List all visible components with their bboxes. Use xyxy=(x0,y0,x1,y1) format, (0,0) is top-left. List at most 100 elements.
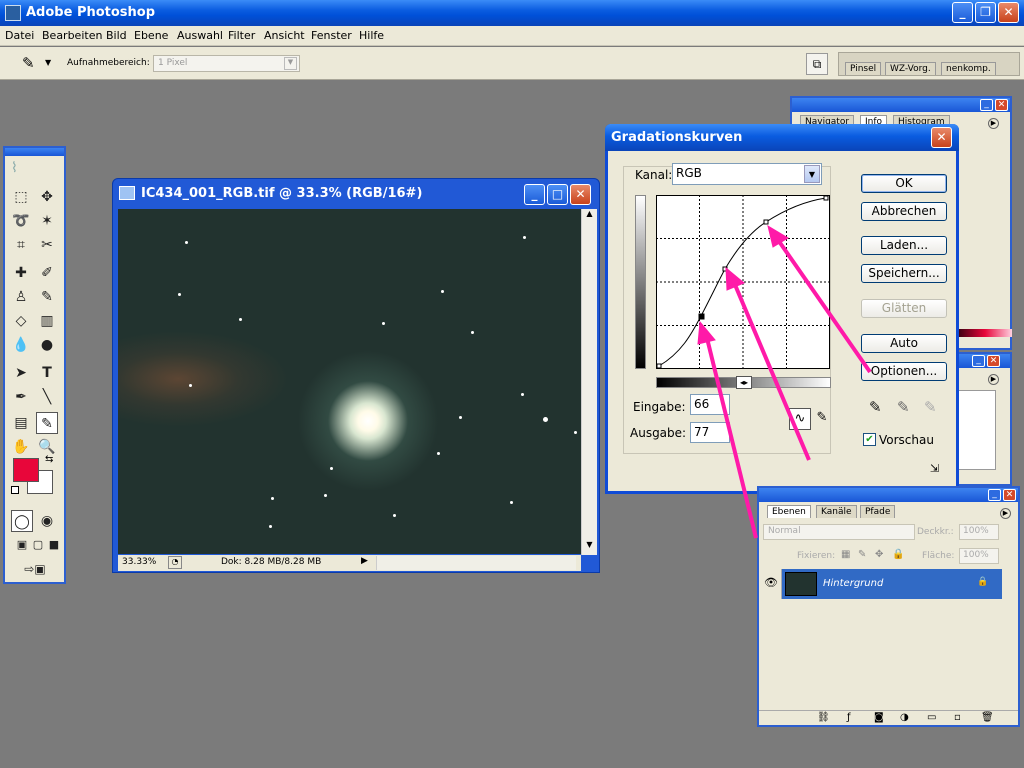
load-button[interactable]: Laden... xyxy=(861,236,947,255)
new-group-icon[interactable]: ▭ xyxy=(927,712,936,723)
dodge-tool-icon[interactable]: ● xyxy=(36,334,58,356)
type-tool-icon[interactable]: T xyxy=(36,362,58,384)
fill-field[interactable]: 100% xyxy=(959,548,999,564)
jump-to-imageready-icon[interactable]: ⇨▣ xyxy=(11,558,59,580)
document-vertical-scrollbar[interactable]: ▲ ▼ xyxy=(581,209,597,555)
preview-checkbox[interactable]: ✔ xyxy=(863,433,876,446)
clone-stamp-tool-icon[interactable]: ♙ xyxy=(10,286,32,308)
lock-all-icon[interactable]: 🔒 xyxy=(892,549,904,560)
magic-wand-tool-icon[interactable]: ✶ xyxy=(36,210,58,232)
eye-visibility-icon[interactable]: 👁 xyxy=(761,569,782,599)
trash-icon[interactable]: 🗑 xyxy=(981,712,994,723)
gradient-tool-icon[interactable]: ▥ xyxy=(36,310,58,332)
status-menu-icon[interactable]: ◔ xyxy=(168,556,182,569)
options-button[interactable]: Optionen... xyxy=(861,362,947,381)
default-colors-icon[interactable] xyxy=(11,486,19,494)
pen-tool-icon[interactable]: ✒ xyxy=(10,386,32,408)
panel-menu-icon[interactable]: ▶ xyxy=(988,118,999,129)
opacity-field[interactable]: 100% xyxy=(959,524,999,540)
menu-help[interactable]: Hilfe xyxy=(359,29,384,42)
scroll-up-icon[interactable]: ▲ xyxy=(582,209,597,224)
zoom-level[interactable]: 33.33% xyxy=(122,557,156,567)
lasso-tool-icon[interactable]: ➰ xyxy=(10,210,32,232)
panel-menu-icon[interactable]: ▶ xyxy=(1000,508,1011,519)
brush-tool-icon[interactable]: ✐ xyxy=(36,262,58,284)
menu-select[interactable]: Auswahl xyxy=(177,29,223,42)
menu-edit[interactable]: Bearbeiten xyxy=(42,29,102,42)
blend-mode-select[interactable]: Normal xyxy=(763,524,915,540)
tab-layer-comps[interactable]: nenkomp. xyxy=(941,62,996,75)
panel-minimize-button[interactable]: _ xyxy=(988,489,1001,501)
lock-position-icon[interactable]: ✥ xyxy=(875,549,883,560)
notes-tool-icon[interactable]: ▤ xyxy=(10,412,32,434)
close-button[interactable]: ✕ xyxy=(998,2,1019,23)
sample-size-select[interactable]: 1 Pixel ▼ xyxy=(153,55,300,72)
line-tool-icon[interactable]: ╲ xyxy=(36,386,58,408)
panel-close-button[interactable]: ✕ xyxy=(995,99,1008,111)
move-tool-icon[interactable]: ✥ xyxy=(36,186,58,208)
link-layers-icon[interactable]: ⛓ xyxy=(817,712,830,723)
menu-file[interactable]: Datei xyxy=(5,29,34,42)
white-point-eyedropper-icon[interactable]: ✎ xyxy=(924,398,937,416)
marquee-tool-icon[interactable]: ⬚ xyxy=(10,186,32,208)
save-button[interactable]: Speichern... xyxy=(861,264,947,283)
resize-grip-icon[interactable]: ⇲ xyxy=(930,462,939,475)
menu-filter[interactable]: Filter xyxy=(228,29,255,42)
chevron-down-icon[interactable]: ▼ xyxy=(45,58,51,67)
panel-minimize-button[interactable]: _ xyxy=(972,355,985,367)
layer-name[interactable]: Hintergrund xyxy=(823,578,883,589)
curve-draw-mode-icon[interactable]: ∿ xyxy=(789,408,811,430)
restore-button[interactable]: ❐ xyxy=(975,2,996,23)
tab-brushes[interactable]: Pinsel xyxy=(845,62,882,75)
status-arrow-icon[interactable]: ▶ xyxy=(361,556,368,566)
eyedropper-icon[interactable]: ✎ xyxy=(22,54,35,72)
color-ramp[interactable] xyxy=(958,329,1012,337)
feather-logo-icon[interactable]: ⌇ xyxy=(11,160,59,180)
panel-close-button[interactable]: ✕ xyxy=(1003,489,1016,501)
gradient-toggle-icon[interactable]: ◂▸ xyxy=(736,376,752,389)
black-point-eyedropper-icon[interactable]: ✎ xyxy=(869,398,882,416)
minimize-button[interactable]: _ xyxy=(952,2,973,23)
cancel-button[interactable]: Abbrechen xyxy=(861,202,947,221)
panel-close-button[interactable]: ✕ xyxy=(987,355,1000,367)
tab-paths[interactable]: Pfade xyxy=(860,505,896,518)
menu-layer[interactable]: Ebene xyxy=(134,29,168,42)
layer-row-background[interactable]: 👁 Hintergrund 🔒 xyxy=(761,569,1002,599)
hand-tool-icon[interactable]: ✋ xyxy=(10,436,32,458)
gray-point-eyedropper-icon[interactable]: ✎ xyxy=(897,398,910,416)
scroll-down-icon[interactable]: ▼ xyxy=(582,540,597,555)
screen-mode-full-icon[interactable]: ■ xyxy=(43,534,65,556)
document-minimize-button[interactable]: _ xyxy=(524,184,545,205)
ok-button[interactable]: OK xyxy=(861,174,947,193)
curve-point[interactable] xyxy=(722,266,728,272)
panel-minimize-button[interactable]: _ xyxy=(980,99,993,111)
curve-point[interactable] xyxy=(823,195,829,201)
output-field[interactable]: 77 xyxy=(690,422,730,443)
document-maximize-button[interactable]: □ xyxy=(547,184,568,205)
lock-image-icon[interactable]: ✎ xyxy=(858,549,866,560)
adjustment-layer-icon[interactable]: ◑ xyxy=(900,712,909,723)
curves-graph[interactable] xyxy=(656,195,831,370)
eraser-tool-icon[interactable]: ◇ xyxy=(10,310,32,332)
image-canvas[interactable] xyxy=(118,209,581,554)
tab-layers[interactable]: Ebenen xyxy=(767,505,811,518)
pencil-draw-mode-icon[interactable]: ✎ xyxy=(812,408,832,430)
lock-transparency-icon[interactable]: ▦ xyxy=(841,549,850,560)
curve-point[interactable] xyxy=(763,219,769,225)
curve-point-selected[interactable] xyxy=(698,313,705,320)
curves-close-button[interactable]: ✕ xyxy=(931,127,952,148)
standard-mode-icon[interactable]: ◯ xyxy=(11,510,33,532)
document-close-button[interactable]: ✕ xyxy=(570,184,591,205)
curve-point[interactable] xyxy=(656,363,662,369)
layer-mask-icon[interactable]: ◙ xyxy=(874,712,884,723)
tab-channels[interactable]: Kanäle xyxy=(816,505,857,518)
blur-tool-icon[interactable]: 💧 xyxy=(10,334,32,356)
new-layer-icon[interactable]: ▫ xyxy=(954,712,961,723)
history-brush-tool-icon[interactable]: ✎ xyxy=(36,286,58,308)
menu-view[interactable]: Ansicht xyxy=(264,29,305,42)
path-selection-tool-icon[interactable]: ➤ xyxy=(10,362,32,384)
palette-well-icon[interactable]: ⧉ xyxy=(806,53,828,75)
swap-colors-icon[interactable]: ⇆ xyxy=(45,454,53,465)
slice-tool-icon[interactable]: ✂ xyxy=(36,234,58,256)
healing-brush-tool-icon[interactable]: ✚ xyxy=(10,262,32,284)
